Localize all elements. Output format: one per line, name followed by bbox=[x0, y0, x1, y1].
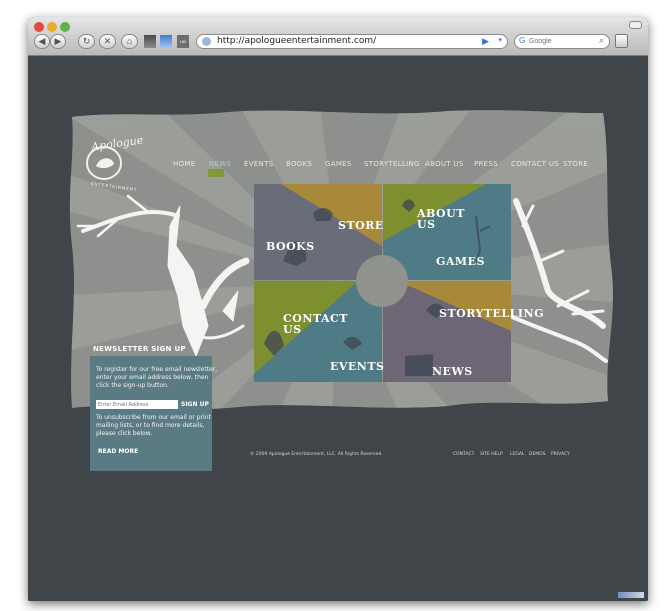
tile-games[interactable]: GAMES bbox=[436, 256, 485, 267]
footer-copyright: © 2009 Apologue Entertainment, LLC. All … bbox=[250, 452, 383, 457]
tile-events[interactable]: EVENTS bbox=[330, 361, 385, 372]
nav-contact-us[interactable]: CONTACT US bbox=[511, 160, 559, 168]
search-input[interactable] bbox=[529, 35, 591, 48]
footer-link-legal[interactable]: LEGAL bbox=[510, 452, 524, 457]
url-text[interactable]: http://apologueentertainment.com/ bbox=[217, 36, 376, 46]
tile-store[interactable]: STORE bbox=[338, 220, 384, 231]
unsubscribe-line2: mailing lists, or to find more details, bbox=[96, 422, 205, 429]
google-icon: G bbox=[519, 36, 526, 45]
signup-button[interactable]: SIGN UP bbox=[181, 401, 209, 408]
resize-grip-icon[interactable] bbox=[618, 592, 644, 598]
address-bar[interactable]: http://apologueentertainment.com/ ▶ ▾ bbox=[196, 34, 508, 49]
dropdown-icon[interactable]: ▾ bbox=[498, 36, 502, 44]
newsletter-intro-line1: To register for our free email newslette… bbox=[96, 366, 218, 373]
page-content: Apologue ENTERTAINMENT HOME NEWS EVENTS … bbox=[28, 56, 648, 601]
email-input[interactable] bbox=[96, 400, 178, 409]
newsletter-intro-line3: click the sign-up button. bbox=[96, 382, 169, 389]
browser-window: ◀ ▶ ↻ ✕ ⌂ 180 http://apologueentertainme… bbox=[28, 17, 648, 601]
nav-books[interactable]: BOOKS bbox=[286, 160, 312, 168]
nav-store[interactable]: STORE bbox=[563, 160, 588, 168]
footer-link-contact[interactable]: CONTACT bbox=[453, 452, 474, 457]
footer-link-privacy[interactable]: PRIVACY bbox=[551, 452, 570, 457]
tile-books[interactable]: BOOKS bbox=[266, 241, 315, 252]
minimize-window-button[interactable] bbox=[47, 22, 57, 32]
browser-toolbar: ◀ ▶ ↻ ✕ ⌂ 180 http://apologueentertainme… bbox=[28, 17, 648, 56]
footer-link-demos[interactable]: DEMOS bbox=[529, 452, 546, 457]
search-field[interactable]: G ⌕ bbox=[514, 34, 610, 49]
read-more-link[interactable]: READ MORE bbox=[98, 448, 138, 455]
unsubscribe-line1: To unsubscribe from our email or print bbox=[96, 414, 211, 421]
bookmark-icon[interactable] bbox=[144, 35, 156, 48]
page-icon[interactable] bbox=[160, 35, 172, 48]
home-button[interactable]: ⌂ bbox=[121, 34, 138, 49]
rss-icon[interactable]: 180 bbox=[177, 35, 189, 48]
back-button[interactable]: ◀ bbox=[34, 34, 50, 49]
tile-contact-us-line2[interactable]: US bbox=[283, 324, 302, 335]
tile-storytelling[interactable]: STORYTELLING bbox=[439, 308, 544, 319]
search-icon[interactable]: ⌕ bbox=[599, 35, 604, 46]
moose-silhouette bbox=[405, 354, 433, 376]
site-favicon-icon bbox=[202, 37, 211, 46]
zoom-window-button[interactable] bbox=[60, 22, 70, 32]
close-window-button[interactable] bbox=[34, 22, 44, 32]
nav-about-us[interactable]: ABOUT US bbox=[425, 160, 464, 168]
nav-news-active-marker bbox=[208, 169, 224, 177]
nav-storytelling[interactable]: STORYTELLING bbox=[364, 160, 420, 168]
nav-home[interactable]: HOME bbox=[173, 160, 195, 168]
nav-press[interactable]: PRESS bbox=[474, 160, 498, 168]
nav-games[interactable]: GAMES bbox=[325, 160, 352, 168]
nav-events[interactable]: EVENTS bbox=[244, 160, 273, 168]
nav-news[interactable]: NEWS bbox=[209, 160, 231, 168]
newsletter-title: NEWSLETTER SIGN UP bbox=[93, 345, 186, 353]
reload-button[interactable]: ↻ bbox=[78, 34, 95, 49]
tile-news[interactable]: NEWS bbox=[432, 366, 473, 377]
footer-link-site-help[interactable]: SITE HELP bbox=[480, 452, 503, 457]
tab-overview-icon[interactable] bbox=[615, 34, 628, 48]
toolbar-toggle-button[interactable] bbox=[629, 21, 642, 29]
forward-button[interactable]: ▶ bbox=[50, 34, 66, 49]
tile-about-us-line2[interactable]: US bbox=[417, 219, 436, 230]
newsletter-intro-line2: enter your email address below, then bbox=[96, 374, 209, 381]
stop-button[interactable]: ✕ bbox=[99, 34, 116, 49]
unsubscribe-line3: please click below. bbox=[96, 430, 152, 437]
rss-feed-icon[interactable]: ▶ bbox=[482, 36, 489, 47]
